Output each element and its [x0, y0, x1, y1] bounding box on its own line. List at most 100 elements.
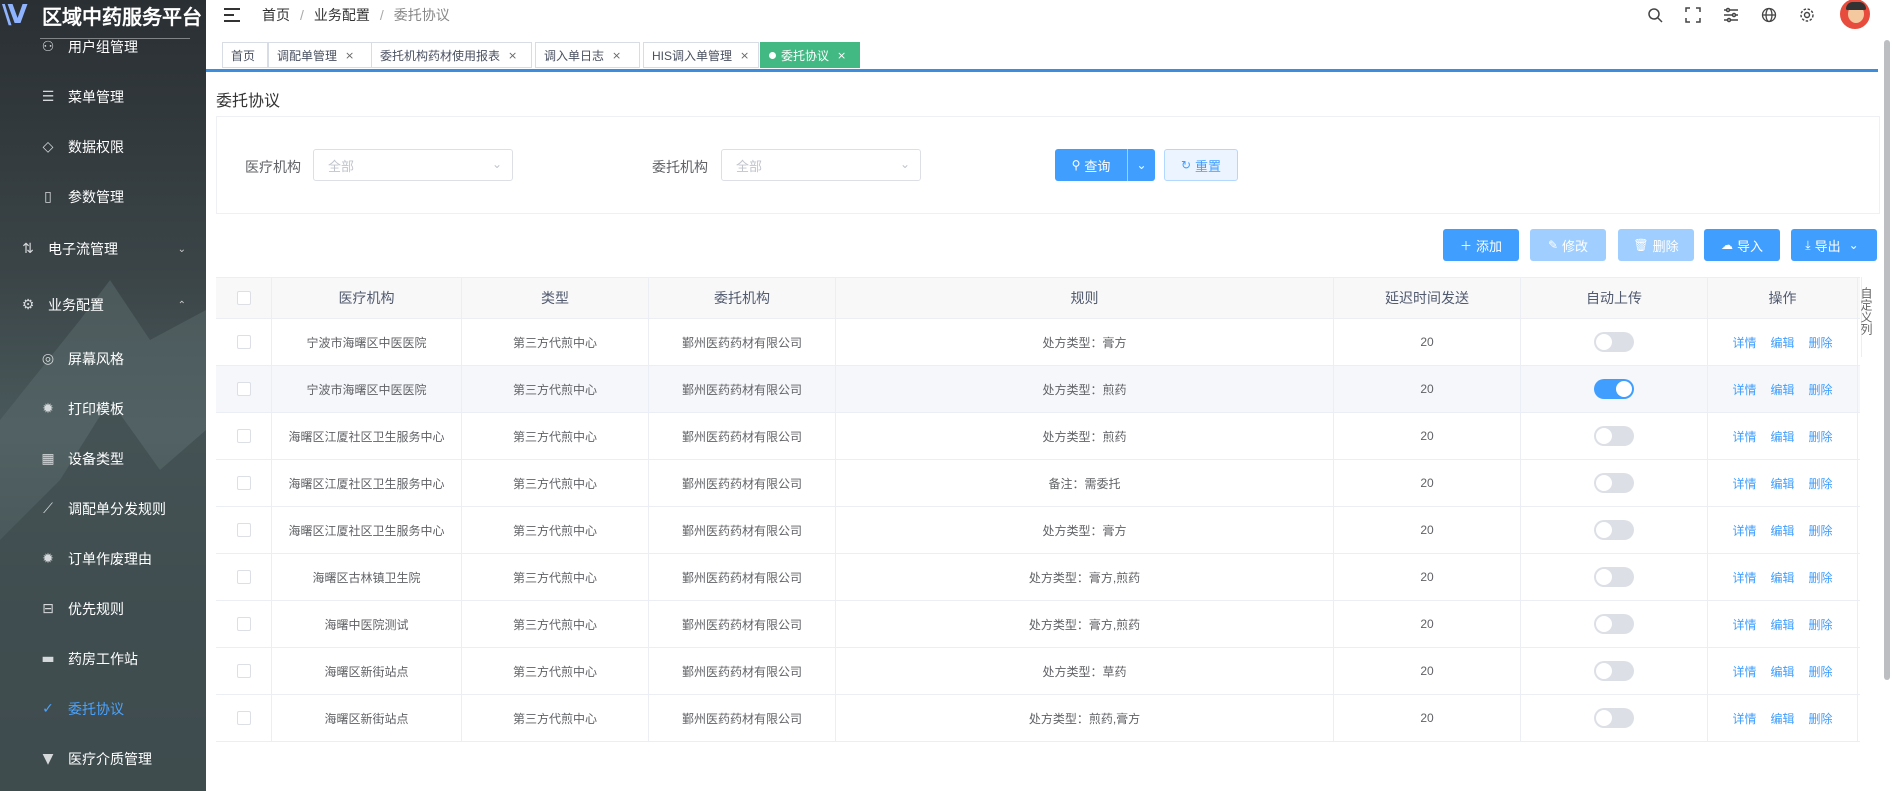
- row-checkbox[interactable]: [236, 523, 251, 537]
- tab-tag[interactable]: 调入单日志 ×: [535, 42, 640, 68]
- user-avatar[interactable]: [1838, 0, 1872, 31]
- auto-upload-switch[interactable]: [1594, 520, 1634, 540]
- sidebar-item[interactable]: ⚙ 业务配置 ⌃: [0, 280, 206, 330]
- tab-tag[interactable]: 委托协议 ×: [760, 42, 860, 68]
- edit-link[interactable]: 编辑: [1770, 659, 1794, 679]
- auto-upload-switch[interactable]: [1594, 426, 1634, 446]
- detail-link[interactable]: 详情: [1732, 471, 1756, 491]
- fullscreen-icon[interactable]: [1682, 4, 1704, 26]
- detail-link[interactable]: 详情: [1732, 659, 1756, 679]
- table-row[interactable]: 海曙中医院测试 第三方代煎中心 鄞州医药药材有限公司 处方类型：膏方,煎药 20 详情 编辑…: [216, 601, 1860, 648]
- delete-link[interactable]: 删除: [1809, 612, 1833, 632]
- auto-upload-switch[interactable]: [1594, 332, 1634, 352]
- close-icon[interactable]: ×: [345, 49, 354, 62]
- language-icon[interactable]: [1758, 4, 1780, 26]
- sidebar-item[interactable]: ⇅ 电子流管理 ⌄: [0, 224, 206, 274]
- row-checkbox[interactable]: [236, 429, 251, 443]
- query-button[interactable]: ⚲ 查询: [1055, 156, 1127, 175]
- row-checkbox[interactable]: [236, 335, 251, 349]
- breadcrumb-home[interactable]: 首页: [262, 5, 290, 25]
- edit-link[interactable]: 编辑: [1770, 424, 1794, 444]
- delete-link[interactable]: 删除: [1809, 518, 1833, 538]
- detail-link[interactable]: 详情: [1732, 518, 1756, 538]
- page-scrollbar[interactable]: [1882, 40, 1892, 680]
- reset-button[interactable]: ↻ 重置: [1164, 149, 1238, 181]
- sidebar-item[interactable]: ▼ 医疗介质管理: [0, 734, 206, 784]
- row-checkbox[interactable]: [236, 476, 251, 490]
- detail-link[interactable]: 详情: [1732, 424, 1756, 444]
- import-button[interactable]: ☁ 导入: [1704, 229, 1780, 261]
- delete-button[interactable]: 🗑 删除: [1618, 229, 1694, 261]
- table-row[interactable]: 海曙区江厦社区卫生服务中心 第三方代煎中心 鄞州医药药材有限公司 处方类型：膏方 20 详…: [216, 507, 1860, 554]
- table-row[interactable]: 宁波市海曙区中医医院 第三方代煎中心 鄞州医药药材有限公司 处方类型：膏方 20 详情 编辑…: [216, 319, 1860, 366]
- detail-link[interactable]: 详情: [1732, 612, 1756, 632]
- delete-link[interactable]: 删除: [1809, 706, 1833, 726]
- row-checkbox[interactable]: [236, 711, 251, 725]
- table-row[interactable]: 海曙区新街站点 第三方代煎中心 鄞州医药药材有限公司 处方类型：煎药,膏方 20 详情 编辑…: [216, 695, 1860, 742]
- close-icon[interactable]: ×: [508, 49, 517, 62]
- tab-tag[interactable]: 委托机构药材使用报表 ×: [371, 42, 532, 68]
- row-checkbox[interactable]: [236, 664, 251, 678]
- export-button[interactable]: ⤓ 导出 ⌄: [1791, 229, 1877, 261]
- table-row[interactable]: 海曙区江厦社区卫生服务中心 第三方代煎中心 鄞州医药药材有限公司 备注：需委托 20 详情…: [216, 460, 1860, 507]
- auto-upload-switch[interactable]: [1594, 567, 1634, 587]
- edit-link[interactable]: 编辑: [1770, 377, 1794, 397]
- select-all-checkbox[interactable]: [236, 291, 251, 305]
- auto-upload-switch[interactable]: [1594, 661, 1634, 681]
- sidebar-item[interactable]: ⚇ 用户组管理: [0, 22, 206, 72]
- auto-upload-switch[interactable]: [1594, 379, 1634, 399]
- delete-link[interactable]: 删除: [1809, 565, 1833, 585]
- edit-link[interactable]: 编辑: [1770, 518, 1794, 538]
- detail-link[interactable]: 详情: [1732, 330, 1756, 350]
- add-button[interactable]: ＋ 添加: [1443, 229, 1519, 261]
- collapse-menu-icon[interactable]: [224, 8, 242, 22]
- edit-link[interactable]: 编辑: [1770, 565, 1794, 585]
- sidebar-item[interactable]: ✹ 打印模板: [0, 384, 206, 434]
- edit-link[interactable]: 编辑: [1770, 330, 1794, 350]
- delete-link[interactable]: 删除: [1809, 330, 1833, 350]
- detail-link[interactable]: 详情: [1732, 565, 1756, 585]
- delete-link[interactable]: 删除: [1809, 659, 1833, 679]
- close-icon[interactable]: ×: [837, 49, 846, 62]
- gear-icon[interactable]: [1796, 4, 1818, 26]
- delete-link[interactable]: 删除: [1809, 471, 1833, 491]
- sidebar-item[interactable]: ◇ 数据权限: [0, 122, 206, 172]
- search-icon[interactable]: [1644, 4, 1666, 26]
- sidebar-item[interactable]: ▦ 设备类型: [0, 434, 206, 484]
- detail-link[interactable]: 详情: [1732, 706, 1756, 726]
- delete-link[interactable]: 删除: [1809, 377, 1833, 397]
- sidebar-item[interactable]: ✹ 订单作废理由: [0, 534, 206, 584]
- tab-tag[interactable]: 调配单管理 ×: [268, 42, 372, 68]
- auto-upload-switch[interactable]: [1594, 473, 1634, 493]
- auto-upload-switch[interactable]: [1594, 708, 1634, 728]
- medical-institution-select[interactable]: 全部 ⌄: [313, 149, 513, 181]
- row-checkbox[interactable]: [236, 570, 251, 584]
- close-icon[interactable]: ×: [612, 49, 621, 62]
- entrusted-institution-select[interactable]: 全部 ⌄: [721, 149, 921, 181]
- sidebar-item[interactable]: ⟋ 调配单分发规则: [0, 484, 206, 534]
- table-row[interactable]: 宁波市海曙区中医医院 第三方代煎中心 鄞州医药药材有限公司 处方类型：煎药 20 详情 编辑…: [216, 366, 1860, 413]
- table-row[interactable]: 海曙区新街站点 第三方代煎中心 鄞州医药药材有限公司 处方类型：草药 20 详情 编辑 删除: [216, 648, 1860, 695]
- edit-link[interactable]: 编辑: [1770, 612, 1794, 632]
- tab-tag[interactable]: HIS调入单管理 ×: [643, 42, 759, 68]
- table-row[interactable]: 海曙区古林镇卫生院 第三方代煎中心 鄞州医药药材有限公司 处方类型：膏方,煎药 20 详情…: [216, 554, 1860, 601]
- table-row[interactable]: 海曙区江厦社区卫生服务中心 第三方代煎中心 鄞州医药药材有限公司 处方类型：煎药 20 详…: [216, 413, 1860, 460]
- row-checkbox[interactable]: [236, 382, 251, 396]
- layout-settings-icon[interactable]: [1720, 4, 1742, 26]
- sidebar-item[interactable]: ✓ 委托协议: [0, 684, 206, 734]
- sidebar-item[interactable]: ☰ 菜单管理: [0, 72, 206, 122]
- query-dropdown-icon[interactable]: ⌄: [1128, 158, 1155, 172]
- sidebar-item[interactable]: ▬ 药房工作站: [0, 634, 206, 684]
- close-icon[interactable]: ×: [740, 49, 749, 62]
- sidebar-item[interactable]: ▯ 参数管理: [0, 172, 206, 222]
- detail-link[interactable]: 详情: [1732, 377, 1756, 397]
- sidebar-item[interactable]: ◎ 屏幕风格: [0, 334, 206, 384]
- column-settings[interactable]: 自定义列: [1859, 277, 1875, 357]
- auto-upload-switch[interactable]: [1594, 614, 1634, 634]
- tab-tag[interactable]: 首页: [222, 42, 268, 68]
- edit-link[interactable]: 编辑: [1770, 471, 1794, 491]
- edit-button[interactable]: ✎ 修改: [1530, 229, 1606, 261]
- row-checkbox[interactable]: [236, 617, 251, 631]
- sidebar-item[interactable]: ⊟ 优先规则: [0, 584, 206, 634]
- delete-link[interactable]: 删除: [1809, 424, 1833, 444]
